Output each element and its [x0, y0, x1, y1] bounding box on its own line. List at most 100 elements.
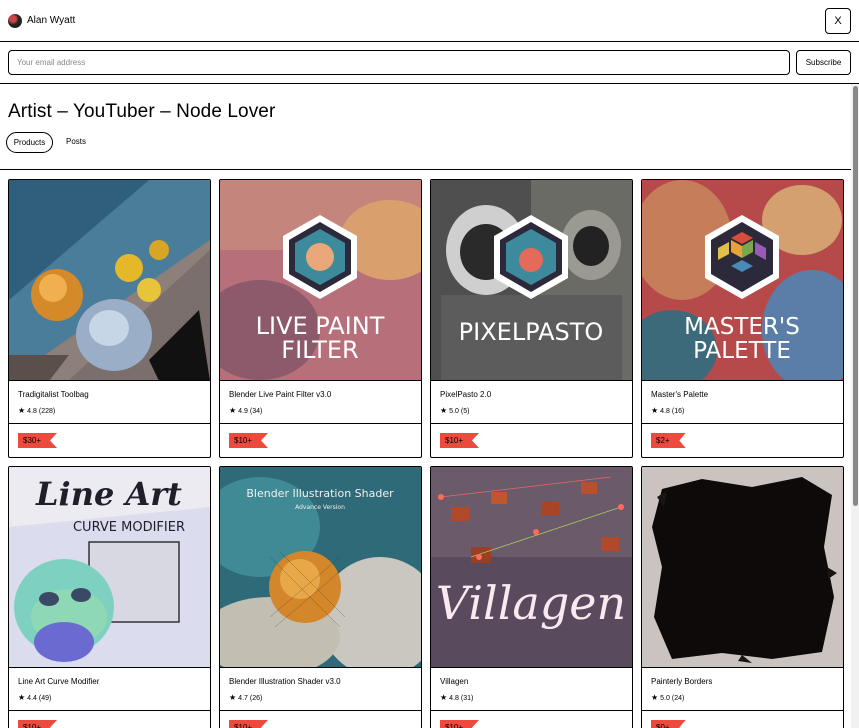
product-image: PIXELPASTO	[431, 180, 632, 380]
product-thumbnail[interactable]: Line Art CURVE MODIFIER	[9, 467, 210, 668]
rating-value: 4.8	[27, 408, 37, 415]
card-divider	[642, 710, 843, 711]
rating-count: (26)	[249, 695, 263, 702]
rating-value: 5.0	[449, 408, 459, 415]
price-tag: $10+	[440, 720, 480, 728]
product-thumbnail[interactable]: MASTER'S PALETTE	[642, 180, 843, 381]
card-divider	[9, 710, 210, 711]
image-text-line1: Villagen	[436, 576, 626, 630]
image-text-line1: MASTER'S	[684, 314, 800, 340]
card-divider	[220, 710, 421, 711]
product-thumbnail[interactable]	[9, 180, 210, 381]
product-title[interactable]: Tradigitalist Toolbag	[18, 390, 89, 400]
product-title[interactable]: Blender Illustration Shader v3.0	[229, 677, 341, 687]
product-title[interactable]: PixelPasto 2.0	[440, 390, 491, 400]
product-image: Line Art CURVE MODIFIER	[9, 467, 210, 667]
card-divider	[431, 710, 632, 711]
card-divider	[642, 423, 843, 424]
tab-products[interactable]: Products	[6, 132, 53, 153]
email-field[interactable]	[8, 50, 790, 75]
rating-value: 4.4	[27, 695, 37, 702]
user-name[interactable]: Alan Wyatt	[27, 14, 75, 27]
product-card[interactable]: LIVE PAINT FILTER Blender Live Paint Fil…	[219, 179, 422, 458]
tab-posts[interactable]: Posts	[60, 132, 92, 153]
star-icon: ★	[229, 406, 237, 415]
subscribe-button[interactable]: Subscribe	[796, 50, 851, 75]
product-card[interactable]: Tradigitalist Toolbag ★ 4.8 (228) $30+	[8, 179, 211, 458]
subscribe-bar: Subscribe	[0, 42, 859, 84]
product-thumbnail[interactable]: LIVE PAINT FILTER	[220, 180, 421, 381]
card-divider	[431, 423, 632, 424]
page-title: Artist – YouTuber – Node Lover	[8, 101, 276, 122]
product-image: LIVE PAINT FILTER	[220, 180, 421, 380]
price-tag: $2+	[651, 433, 686, 448]
product-card[interactable]: Villagen Villagen ★ 4.8 (31) $10+	[430, 466, 633, 728]
product-card[interactable]: MASTER'S PALETTE Master's Palette ★ 4.8 (…	[641, 179, 844, 458]
product-card[interactable]: Blender Illustration Shader Advance Vers…	[219, 466, 422, 728]
product-image: Blender Illustration Shader Advance Vers…	[220, 467, 421, 667]
product-card[interactable]: Line Art CURVE MODIFIER Line Art Curve M…	[8, 466, 211, 728]
product-rating: ★ 4.8 (16)	[651, 406, 684, 416]
image-text-line2: CURVE MODIFIER	[73, 520, 185, 535]
product-thumbnail[interactable]: Villagen	[431, 467, 632, 668]
rating-value: 4.8	[449, 695, 459, 702]
product-rating: ★ 4.4 (49)	[18, 693, 51, 703]
product-thumbnail[interactable]: Blender Illustration Shader Advance Vers…	[220, 467, 421, 668]
product-title[interactable]: Master's Palette	[651, 390, 708, 400]
star-icon: ★	[651, 693, 659, 702]
product-thumbnail[interactable]: PIXELPASTO	[431, 180, 632, 381]
rating-count: (16)	[671, 408, 685, 415]
card-divider	[9, 423, 210, 424]
product-rating: ★ 4.8 (228)	[18, 406, 55, 416]
x-social-button[interactable]: X	[825, 8, 851, 34]
rating-count: (31)	[460, 695, 474, 702]
rating-value: 4.9	[238, 408, 248, 415]
price-tag: $30+	[18, 433, 58, 448]
star-icon: ★	[229, 693, 237, 702]
rating-value: 4.7	[238, 695, 248, 702]
top-bar: Alan Wyatt X	[0, 0, 859, 42]
product-rating: ★ 4.7 (26)	[229, 693, 262, 703]
product-rating: ★ 5.0 (24)	[651, 693, 684, 703]
price-tag: $10+	[229, 720, 269, 728]
product-image	[642, 467, 843, 667]
product-rating: ★ 5.0 (5)	[440, 406, 469, 416]
rating-count: (49)	[38, 695, 52, 702]
image-text-line1: Line Art	[35, 475, 182, 513]
rating-value: 5.0	[660, 695, 670, 702]
product-title[interactable]: Blender Live Paint Filter v3.0	[229, 390, 331, 400]
image-text-line1: Blender Illustration Shader	[246, 487, 394, 500]
price-tag: $10+	[18, 720, 58, 728]
product-title[interactable]: Line Art Curve Modifier	[18, 677, 99, 687]
star-icon: ★	[440, 693, 448, 702]
price-tag: $10+	[229, 433, 269, 448]
rating-count: (34)	[249, 408, 263, 415]
star-icon: ★	[651, 406, 659, 415]
rating-value: 4.8	[660, 408, 670, 415]
product-card[interactable]: Painterly Borders ★ 5.0 (24) $0+	[641, 466, 844, 728]
rating-count: (24)	[671, 695, 685, 702]
card-divider	[220, 423, 421, 424]
product-rating: ★ 4.9 (34)	[229, 406, 262, 416]
image-text-line2: Advance Version	[295, 504, 345, 511]
product-title[interactable]: Villagen	[440, 677, 468, 687]
image-text-line2: FILTER	[281, 336, 358, 364]
section-divider	[0, 169, 851, 170]
product-title[interactable]: Painterly Borders	[651, 677, 712, 687]
scrollbar-thumb[interactable]	[853, 86, 858, 506]
star-icon: ★	[18, 693, 26, 702]
product-image: Villagen	[431, 467, 632, 667]
price-tag: $0+	[651, 720, 686, 728]
image-text-line2: PALETTE	[693, 338, 791, 364]
product-card[interactable]: PIXELPASTO PixelPasto 2.0 ★ 5.0 (5) $10+	[430, 179, 633, 458]
product-grid: Tradigitalist Toolbag ★ 4.8 (228) $30+ LI…	[8, 179, 846, 728]
avatar[interactable]	[8, 14, 22, 28]
product-thumbnail[interactable]	[642, 467, 843, 668]
rating-count: (5)	[460, 408, 470, 415]
product-rating: ★ 4.8 (31)	[440, 693, 473, 703]
price-tag: $10+	[440, 433, 480, 448]
image-text-line1: PIXELPASTO	[459, 318, 604, 346]
rating-count: (228)	[38, 408, 56, 415]
star-icon: ★	[18, 406, 26, 415]
product-image	[9, 180, 210, 380]
